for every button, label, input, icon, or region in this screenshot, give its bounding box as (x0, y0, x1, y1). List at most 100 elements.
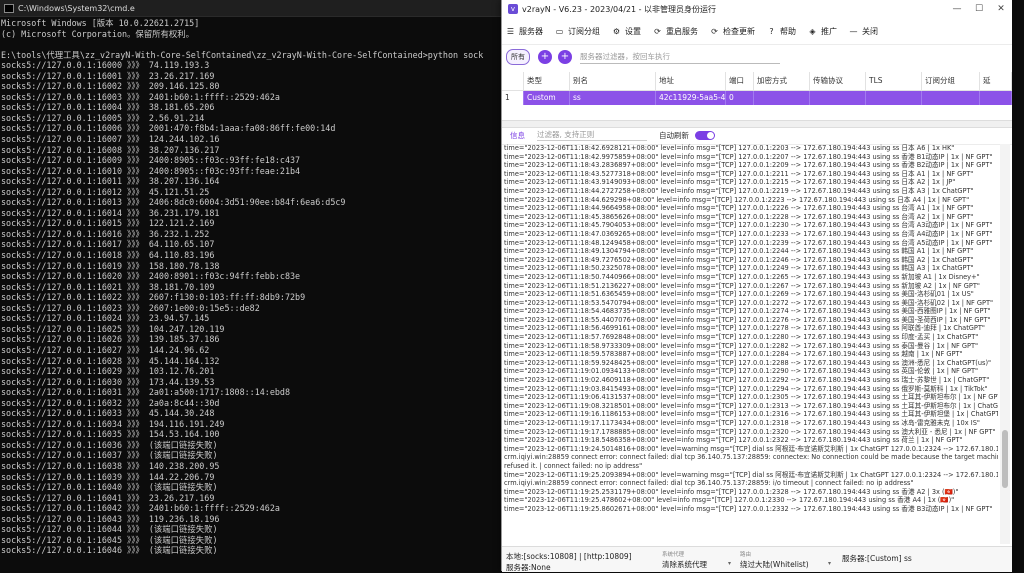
console-line: socks5://127.0.0.1:16015 》》》 122.121.2.1… (1, 218, 215, 229)
cmd-titlebar[interactable]: C:\Windows\System32\cmd.e ✕ (0, 0, 520, 17)
log-line: time="2023-12-06T11:18:53.5470794+08:00"… (504, 298, 994, 307)
log-line: time="2023-12-06T11:19:17.1788885+08:00"… (504, 427, 996, 436)
current-server-status: 服务器:[Custom] ss (842, 554, 912, 563)
status-bar: 本地:[socks:10808] | [http:10809] 服务器:None… (502, 546, 1012, 572)
table-cell (810, 91, 866, 105)
console-line: socks5://127.0.0.1:16044 》》》 (该端口链接失败) (1, 524, 218, 535)
scrollbar-thumb[interactable] (1002, 430, 1008, 488)
console-line: socks5://127.0.0.1:16030 》》》 173.44.139.… (1, 376, 215, 387)
column-header[interactable]: 订阅分组 (922, 72, 980, 90)
console-line: socks5://127.0.0.1:16022 》》》 2607:f130:0… (1, 292, 306, 303)
log-line: time="2023-12-06T11:19:25.8602671+08:00"… (504, 504, 993, 513)
log-line: time="2023-12-06T11:19:24.5014816+08:00"… (504, 444, 998, 453)
log-line: time="2023-12-06T11:19:25.478602+08:00" … (504, 496, 955, 505)
toolbar-label: 帮助 (780, 26, 796, 36)
promote-icon: ◈ (809, 26, 816, 36)
toolbar-subscription-button[interactable]: ▭ 订阅分组 (555, 26, 600, 37)
console-line: socks5://127.0.0.1:16021 》》》 38.181.70.1… (1, 281, 215, 292)
table-cell: 1 (502, 91, 524, 105)
table-cell (922, 91, 980, 105)
console-line: Microsoft Windows [版本 10.0.22621.2715] (1, 18, 200, 28)
console-line: socks5://127.0.0.1:16012 》》》 45.121.51.2… (1, 186, 210, 197)
tab-info[interactable]: 信息 (510, 130, 525, 141)
terminal-icon (4, 3, 14, 13)
log-line: time="2023-12-06T11:18:47.0369265+08:00"… (504, 229, 993, 238)
toolbar-restart-button[interactable]: ⟳ 重启服务 (653, 26, 698, 37)
column-header[interactable]: 加密方式 (754, 72, 810, 90)
console-line: socks5://127.0.0.1:16028 》》》 45.144.164.… (1, 355, 220, 366)
chevron-down-icon: ▾ (728, 560, 732, 567)
cmd-output[interactable]: Microsoft Windows [版本 10.0.22621.2715] (c… (0, 18, 520, 571)
column-header[interactable] (502, 72, 524, 90)
column-header[interactable]: 传输协议 (810, 72, 866, 90)
console-line: socks5://127.0.0.1:16033 》》》 45.144.30.2… (1, 408, 215, 419)
server-filter-input[interactable]: 服务器过滤器，按回车执行 (580, 51, 780, 64)
system-proxy-select[interactable]: 清除系统代理 (662, 559, 707, 570)
console-line: socks5://127.0.0.1:16037 》》》 (该端口链接失败) (1, 450, 218, 461)
table-cell (754, 91, 810, 105)
column-header[interactable]: 端口 (726, 72, 754, 90)
log-output[interactable]: time="2023-12-06T11:18:42.6928121+08:00"… (504, 144, 998, 546)
log-line: time="2023-12-06T11:18:49.1304794+08:00"… (504, 247, 974, 256)
v2rayn-titlebar[interactable]: v v2rayN - V6.23 - 2023/04/21 - 以非管理员身份运… (502, 0, 1012, 18)
console-line: socks5://127.0.0.1:16009 》》》 2400:8905::… (1, 155, 301, 166)
table-cell: Custom (524, 91, 570, 105)
column-header[interactable]: 延 (980, 72, 1012, 90)
console-line: socks5://127.0.0.1:16002 》》》 209.146.125… (1, 81, 220, 92)
table-cell (980, 91, 1012, 105)
chevron-down-icon: ▾ (828, 560, 832, 567)
console-line: socks5://127.0.0.1:16046 》》》 (该端口链接失败) (1, 545, 218, 556)
close-icon: — (849, 26, 858, 36)
minimize-button[interactable]: — (946, 4, 968, 14)
column-header[interactable]: 地址 (656, 72, 726, 90)
toolbar-help-button[interactable]: ? 帮助 (767, 26, 796, 37)
log-line: time="2023-12-06T11:19:02.4609118+08:00"… (504, 376, 990, 385)
column-header[interactable]: 类型 (524, 72, 570, 90)
log-line: time="2023-12-06T11:19:25.2093894+08:00"… (504, 470, 998, 479)
toolbar-server-button[interactable]: ☰ 服务器 (506, 26, 543, 37)
console-line: socks5://127.0.0.1:16014 》》》 36.231.179.… (1, 207, 220, 218)
window-close-button[interactable]: ✕ (990, 4, 1012, 14)
log-filter-input[interactable]: 过滤器, 支持正则 (537, 129, 647, 141)
maximize-button[interactable]: ☐ (968, 4, 990, 14)
server-table: 类型 别名 地址 端口 加密方式 传输协议 TLS 订阅分组延 1 Custom ss 42c119… (502, 72, 1012, 105)
subgroup-all-button[interactable]: 所有 (506, 49, 530, 65)
subscription-icon: ▭ (555, 26, 564, 36)
log-line: time="2023-12-06T11:19:06.4131537+08:00"… (504, 393, 998, 402)
table-row[interactable]: 1 Custom ss 42c11929-5aa5-44f 0 (502, 91, 1012, 105)
toolbar-settings-button[interactable]: ⚙ 设置 (612, 26, 641, 37)
log-line: time="2023-12-06T11:18:48.1249458+08:00"… (504, 238, 993, 247)
cmd-window[interactable]: C:\Windows\System32\cmd.e ✕ Microsoft Wi… (0, 0, 520, 571)
column-header[interactable]: TLS (866, 72, 922, 90)
log-scrollbar[interactable] (1000, 144, 1010, 544)
log-line: crm.iqiyi.win:28859 connect error: conne… (504, 479, 914, 488)
log-line: time="2023-12-06T11:19:18.5486358+08:00"… (504, 436, 963, 445)
log-line: time="2023-12-06T11:18:50.7440966+08:00"… (504, 272, 980, 281)
log-line: time="2023-12-06T11:19:16.1186153+08:00"… (504, 410, 998, 419)
cmd-tab-title[interactable]: C:\Windows\System32\cmd.e (18, 4, 502, 13)
v2rayn-window: v v2rayN - V6.23 - 2023/04/21 - 以非管理员身份运… (501, 0, 1012, 572)
log-line: time="2023-12-06T11:18:42.9975859+08:00"… (504, 152, 993, 161)
console-line: socks5://127.0.0.1:16008 》》》 38.207.136.… (1, 144, 220, 155)
edit-subgroup-button[interactable]: + (558, 50, 572, 64)
toolbar-update-button[interactable]: ⟳ 检查更新 (710, 26, 755, 37)
console-line: socks5://127.0.0.1:16029 》》》 103.12.76.2… (1, 366, 215, 377)
toolbar-promote-button[interactable]: ◈ 推广 (808, 26, 837, 37)
routing-label: 路由 (740, 552, 752, 558)
routing-select[interactable]: 绕过大陆(Whitelist) (740, 559, 809, 570)
system-proxy-label: 系统代理 (662, 552, 685, 558)
column-header[interactable]: 别名 (570, 72, 656, 90)
auto-refresh-toggle[interactable] (695, 130, 715, 140)
console-line: socks5://127.0.0.1:16031 》》》 2a01:a500:1… (1, 387, 291, 398)
server-table-header: 类型 别名 地址 端口 加密方式 传输协议 TLS 订阅分组延 (502, 72, 1012, 91)
console-line: socks5://127.0.0.1:16019 》》》 158.180.78.… (1, 260, 220, 271)
toolbar-close-button[interactable]: — 关闭 (849, 26, 879, 37)
log-line: time="2023-12-06T11:18:44.629298+08:00" … (504, 195, 970, 204)
log-line: crm.iqiyi.win:28859 connect error: conne… (504, 453, 998, 462)
add-subgroup-button[interactable]: + (538, 50, 552, 64)
console-line: socks5://127.0.0.1:16024 》》》 23.94.57.14… (1, 313, 210, 324)
table-cell: 42c11929-5aa5-44f (656, 91, 726, 105)
table-cell: ss (570, 91, 656, 105)
console-line: socks5://127.0.0.1:16035 》》》 154.53.164.… (1, 429, 220, 440)
